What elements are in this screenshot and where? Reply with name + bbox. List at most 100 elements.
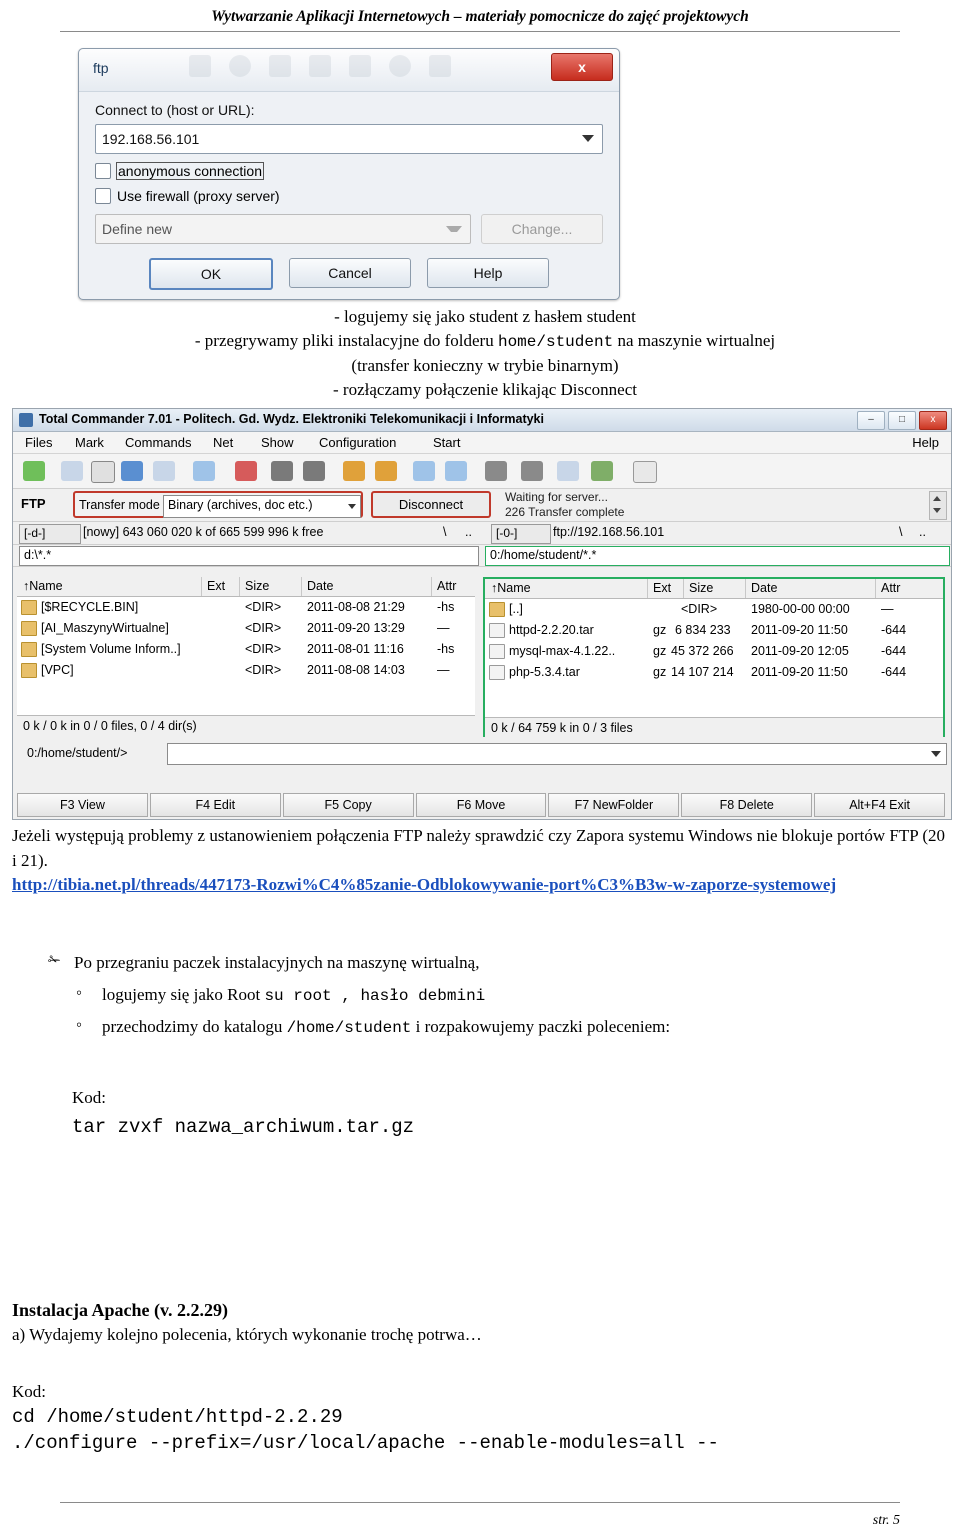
f7-newfolder-button[interactable]: F7 NewFolder [548, 793, 680, 817]
right-file-pane[interactable]: ↑Name Ext Size Date Attr [..] <DIR> 1980… [483, 577, 945, 739]
clipboard-icon[interactable] [633, 461, 657, 483]
notes-block-2: Jeżeli występują problemy z ustanowienie… [12, 824, 948, 898]
col-name[interactable]: ↑Name [23, 579, 63, 593]
left-drive-button[interactable]: [-d-] [19, 524, 81, 544]
table-row[interactable]: [System Volume Inform..] <DIR> 2011-08-0… [17, 639, 475, 660]
firewall-combo[interactable]: Define new [95, 214, 471, 244]
maximize-icon[interactable]: □ [888, 411, 916, 430]
menu-files[interactable]: Files [25, 435, 52, 450]
cell-attr: -644 [881, 665, 907, 679]
network-icon[interactable] [121, 461, 143, 481]
help-button[interactable]: Help [427, 258, 549, 288]
ftp-dialog-buttons: OK Cancel Help [95, 258, 603, 290]
f4-edit-button[interactable]: F4 Edit [149, 793, 281, 817]
forum-link[interactable]: http://tibia.net.pl/threads/447173-Rozwi… [12, 873, 948, 898]
transfer-mode-control[interactable]: Transfer mode Binary (archives, doc etc.… [73, 491, 363, 518]
ok-button[interactable]: OK [149, 258, 273, 290]
unpack-icon[interactable] [375, 461, 397, 481]
firewall-checkbox-row[interactable]: Use firewall (proxy server) [95, 188, 603, 204]
menu-show[interactable]: Show [261, 435, 294, 450]
table-row[interactable]: mysql-max-4.1.22.. gz 45 372 266 2011-09… [485, 641, 943, 662]
cell-size: <DIR> [245, 600, 282, 614]
menu-start[interactable]: Start [433, 435, 460, 450]
right-backslash[interactable]: \ [899, 525, 902, 539]
sync-dirs-icon[interactable] [591, 461, 613, 481]
alt-f4-exit-button[interactable]: Alt+F4 Exit [814, 793, 946, 817]
new-icon[interactable] [235, 461, 257, 481]
close-icon[interactable]: x [551, 53, 613, 81]
compare-icon[interactable] [61, 461, 83, 481]
folder-tree-icon[interactable] [193, 461, 215, 481]
table-row[interactable]: php-5.3.4.tar gz 14 107 214 2011-09-20 1… [485, 662, 943, 683]
anonymous-checkbox-row[interactable]: anonymous connection [95, 162, 603, 180]
refresh-icon[interactable] [23, 461, 45, 481]
url-icon[interactable] [445, 461, 467, 481]
col-attr[interactable]: Attr [881, 581, 900, 595]
menu-help[interactable]: Help [912, 435, 939, 450]
compare-dirs-icon[interactable] [557, 461, 579, 481]
firewall-label: Use firewall (proxy server) [117, 188, 280, 204]
code-line-cd: cd /home/student/httpd-2.2.29 [12, 1406, 343, 1428]
chevron-down-icon[interactable] [582, 135, 594, 142]
col-ext[interactable]: Ext [653, 581, 671, 595]
chevron-down-icon[interactable] [348, 504, 356, 509]
ftp-label: FTP [21, 496, 46, 511]
forward-arrow-icon[interactable] [303, 461, 325, 481]
left-backslash[interactable]: \ [443, 525, 446, 539]
list-icon[interactable] [153, 461, 175, 481]
anonymous-checkbox[interactable] [95, 163, 111, 179]
col-size[interactable]: Size [245, 579, 269, 593]
col-size[interactable]: Size [689, 581, 713, 595]
transfer-mode-select[interactable]: Binary (archives, doc etc.) [163, 495, 361, 518]
ftp-connect-icon[interactable] [413, 461, 435, 481]
change-button[interactable]: Change... [481, 214, 603, 244]
close-icon[interactable]: x [919, 411, 947, 430]
ghost-icon [189, 55, 211, 77]
package-icon[interactable] [343, 461, 365, 481]
scroll-up-icon[interactable] [933, 496, 941, 501]
table-row[interactable]: [VPC] <DIR> 2011-08-08 14:03 — [17, 660, 475, 681]
status-scrollbar[interactable] [929, 491, 947, 520]
menu-configuration[interactable]: Configuration [319, 435, 396, 450]
right-parent-dots[interactable]: .. [919, 525, 926, 539]
tc-window-buttons: – □ x [857, 411, 947, 430]
menu-mark[interactable]: Mark [75, 435, 104, 450]
ghost-icon [229, 55, 251, 77]
firewall-checkbox[interactable] [95, 188, 111, 204]
chevron-down-icon[interactable] [446, 226, 462, 232]
f3-view-button[interactable]: F3 View [17, 793, 148, 817]
f6-move-button[interactable]: F6 Move [415, 793, 547, 817]
minimize-icon[interactable]: – [857, 411, 885, 430]
table-row[interactable]: [$RECYCLE.BIN] <DIR> 2011-08-08 21:29 -h… [17, 597, 475, 618]
menu-net[interactable]: Net [213, 435, 233, 450]
col-ext[interactable]: Ext [207, 579, 225, 593]
col-name[interactable]: ↑Name [491, 581, 531, 595]
back-arrow-icon[interactable] [271, 461, 293, 481]
f5-copy-button[interactable]: F5 Copy [282, 793, 414, 817]
cancel-button[interactable]: Cancel [289, 258, 411, 288]
right-path[interactable]: 0:/home/student/*.* [485, 546, 950, 566]
folder-icon [21, 600, 37, 615]
multi-rename-icon[interactable] [521, 461, 543, 481]
right-drive-button[interactable]: [-0-] [491, 524, 551, 544]
menu-commands[interactable]: Commands [125, 435, 191, 450]
scroll-down-icon[interactable] [933, 508, 941, 513]
command-input[interactable] [167, 743, 947, 765]
search-icon[interactable] [485, 461, 507, 481]
col-date[interactable]: Date [307, 579, 333, 593]
sync-icon[interactable] [91, 461, 115, 483]
table-row[interactable]: [..] <DIR> 1980-00-00 00:00 — [485, 599, 943, 620]
cell-attr: — [437, 621, 450, 635]
f8-delete-button[interactable]: F8 Delete [681, 793, 813, 817]
left-parent-dots[interactable]: .. [465, 525, 472, 539]
col-attr[interactable]: Attr [437, 579, 456, 593]
table-row[interactable]: httpd-2.2.20.tar gz 6 834 233 2011-09-20… [485, 620, 943, 641]
right-status-text: 0 k / 64 759 k in 0 / 3 files [491, 721, 633, 735]
chevron-down-icon[interactable] [931, 751, 941, 757]
left-file-pane[interactable]: ↑Name Ext Size Date Attr [$RECYCLE.BIN] … [17, 577, 475, 737]
host-combo[interactable]: 192.168.56.101 [95, 124, 603, 154]
disconnect-button[interactable]: Disconnect [371, 491, 491, 518]
left-path[interactable]: d:\*.* [19, 546, 479, 566]
col-date[interactable]: Date [751, 581, 777, 595]
table-row[interactable]: [AI_MaszynyWirtualne] <DIR> 2011-09-20 1… [17, 618, 475, 639]
